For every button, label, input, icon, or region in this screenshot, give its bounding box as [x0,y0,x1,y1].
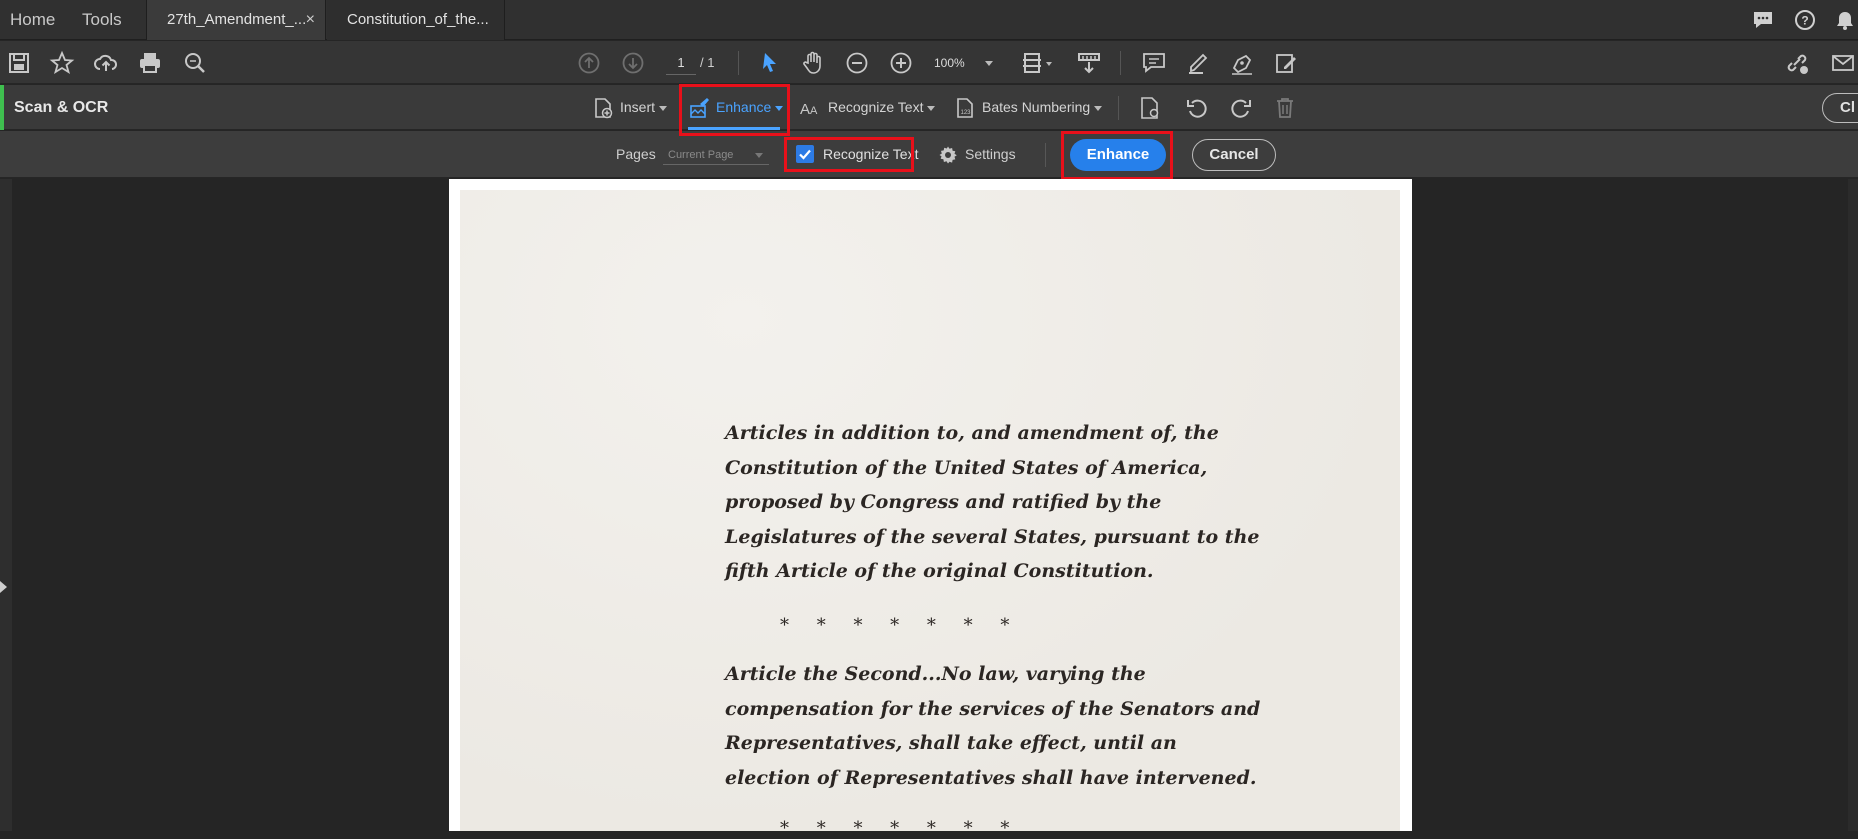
options-divider [1045,143,1046,167]
document-tab-label: Constitution_of_the... [347,11,489,28]
document-tab-constitution[interactable]: Constitution_of_the... [327,0,505,40]
highlight-pen-icon[interactable] [1186,50,1212,76]
rotate-counterclockwise-icon[interactable] [1185,96,1209,120]
print-icon[interactable] [137,50,163,76]
enhance-options-bar: Pages Current Page Recognize Text Settin… [0,131,1858,178]
checkmark-icon [799,149,811,160]
recognize-text-checkbox[interactable] [796,145,814,163]
chevron-down-icon [659,105,668,111]
document-line: Legislatures of the several States, purs… [725,525,1260,548]
tool-title: Scan & OCR [14,99,109,116]
document-line: fifth Article of the original Constituti… [725,560,1154,582]
left-panel-strip [0,179,12,831]
pages-label: Pages [616,146,656,162]
sign-pen-icon[interactable] [1230,50,1256,76]
section-separator: * * * * * * * [780,615,1010,636]
settings-button[interactable]: Settings [965,131,1016,178]
edit-pdf-icon[interactable] [1273,50,1299,76]
main-toolbar: 1 / 1 100% [0,41,1858,84]
zoom-level-value: 100% [934,56,965,70]
expand-left-panel-icon[interactable] [0,581,7,593]
enhance-menu-button[interactable]: Enhance [688,85,784,130]
search-icon[interactable] [182,50,208,76]
enhance-menu-label: Enhance [716,99,772,115]
document-line: election of Representatives shall have i… [725,766,1257,789]
page-number-input[interactable]: 1 [666,51,696,75]
chevron-down-icon [1094,105,1103,111]
select-cursor-icon[interactable] [757,50,783,76]
recognize-text-menu-button[interactable]: A A Recognize Text [800,85,936,130]
hand-tool-icon[interactable] [800,50,826,76]
insert-button[interactable]: Insert [592,85,672,130]
svg-text:?: ? [1801,14,1808,28]
document-line: Constitution of the United States of Ame… [725,456,1208,479]
comment-bubble-icon[interactable] [1752,9,1774,31]
previous-page-icon[interactable] [576,50,602,76]
chevron-down-icon [775,105,784,111]
document-paragraph-1: Articles in addition to, and amendment o… [725,416,1259,589]
top-tab-bar: Home Tools 27th_Amendment_... × Constitu… [0,0,1858,40]
zoom-out-icon[interactable] [844,50,870,76]
document-line: Representatives, shall take effect, unti… [725,732,1177,754]
page-total: / 1 [700,55,715,70]
close-tool-button[interactable]: Cl [1822,93,1858,123]
svg-text:A: A [800,101,810,118]
page-properties-icon[interactable] [1138,96,1162,120]
section-separator: * * * * * * * [780,818,1010,839]
enhance-scan-icon [690,98,709,118]
next-page-icon[interactable] [620,50,646,76]
zoom-in-icon[interactable] [888,50,914,76]
add-comment-icon[interactable] [1141,50,1167,76]
home-tab[interactable]: Home [10,0,55,40]
bates-numbering-label: Bates Numbering [982,99,1091,115]
email-icon[interactable] [1830,50,1856,76]
document-paragraph-2: Article the Second...No law, varying the… [725,657,1260,795]
bookmark-star-icon[interactable] [49,50,75,76]
insert-label: Insert [620,99,656,115]
vertical-scrollbar[interactable] [1848,179,1858,831]
toolbar-divider [1120,51,1121,75]
close-tab-icon[interactable]: × [306,0,315,40]
insert-page-icon [595,98,613,119]
active-tool-underline [688,127,780,130]
cloud-upload-icon[interactable] [93,50,119,76]
share-link-icon[interactable] [1784,50,1810,76]
document-tab-label: 27th_Amendment_... [167,11,307,28]
document-line: proposed by Congress and ratified by the [725,491,1162,513]
tools-tab[interactable]: Tools [82,0,122,40]
toolbar-divider [738,51,739,75]
help-icon[interactable]: ? [1794,9,1816,31]
cancel-button[interactable]: Cancel [1192,139,1276,171]
enhance-button[interactable]: Enhance [1070,139,1166,171]
svg-text:A: A [810,105,818,117]
chevron-down-icon [927,105,936,111]
recognize-text-checkbox-label[interactable]: Recognize Text [823,131,918,178]
document-line: Article the Second...No law, varying the [725,663,1146,685]
page-display-icon[interactable] [1020,50,1056,76]
bates-numbering-menu-button[interactable]: 123 Bates Numbering [954,85,1103,130]
scan-ocr-toolbar: Scan & OCR Insert Enhance A A Recognize … [0,85,1858,130]
bates-numbering-icon: 123 [957,98,973,118]
save-icon[interactable] [6,50,32,76]
delete-trash-icon[interactable] [1273,96,1297,120]
tool-accent-bar [0,85,4,130]
pages-dropdown-value: Current Page [668,149,734,161]
rotate-clockwise-icon[interactable] [1229,96,1253,120]
recognize-text-menu-label: Recognize Text [828,99,924,115]
document-tab-27th-amendment[interactable]: 27th_Amendment_... × [146,0,326,40]
chevron-down-icon[interactable] [985,61,993,66]
scrolling-mode-icon[interactable] [1076,50,1102,76]
svg-text:123: 123 [961,110,972,116]
document-line: Articles in addition to, and amendment o… [725,422,1219,444]
pages-dropdown[interactable]: Current Page [663,145,769,165]
toolbar-divider [1118,96,1119,120]
gear-icon[interactable] [938,145,958,165]
notification-bell-icon[interactable] [1834,9,1856,31]
chevron-down-icon [755,153,763,158]
recognize-text-icon: A A [800,101,818,118]
document-line: compensation for the services of the Sen… [725,697,1261,720]
